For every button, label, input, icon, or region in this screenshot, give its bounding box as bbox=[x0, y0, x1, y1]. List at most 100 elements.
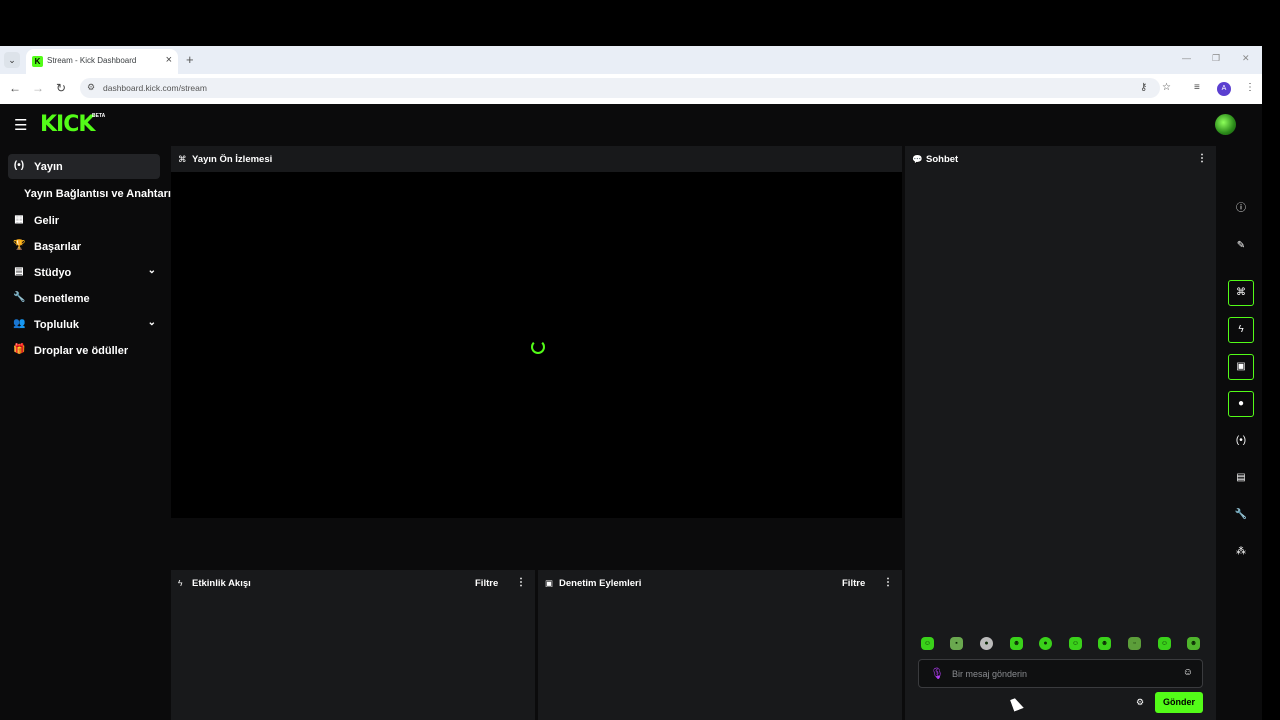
emote-icon[interactable]: ☻ bbox=[1010, 637, 1023, 650]
lightning-icon: ϟ bbox=[178, 578, 183, 588]
sidebar-item-label: Yayın bbox=[34, 161, 63, 173]
panel-title: Etkinlik Akışı bbox=[192, 578, 251, 589]
stream-preview-video[interactable] bbox=[171, 172, 902, 518]
close-window-icon[interactable]: ✕ bbox=[1242, 53, 1250, 64]
community-icon: 👥 bbox=[13, 318, 26, 329]
apps-icon[interactable]: ⁂ bbox=[1228, 539, 1254, 565]
tab-search-button[interactable]: ⌄ bbox=[4, 52, 20, 68]
sidebar: (•) Yayın Yayın Bağlantısı ve Anahtarı ▦… bbox=[0, 146, 171, 720]
browser-toolbar: ← → ↻ ⚙ dashboard.kick.com/stream ⚷ ☆ ≡ … bbox=[0, 74, 1262, 104]
edit-pencil-icon[interactable]: ✎ bbox=[1228, 233, 1254, 259]
sidebar-item-studyo[interactable]: ▤ Stüdyo ⌄ bbox=[8, 260, 160, 285]
preview-toggle-icon[interactable]: ⌘ bbox=[1228, 280, 1254, 306]
sidebar-subitem-stream-key[interactable]: Yayın Bağlantısı ve Anahtarı bbox=[24, 188, 171, 200]
wrench-icon: 🔧 bbox=[13, 292, 26, 303]
bookmark-star-icon[interactable]: ☆ bbox=[1162, 82, 1171, 93]
chevron-down-icon: ⌄ bbox=[147, 317, 156, 328]
more-options-icon[interactable]: ⋮ bbox=[883, 577, 893, 588]
sidebar-item-label: Denetleme bbox=[34, 293, 90, 305]
chat-settings-icon[interactable]: ⚙ bbox=[1136, 697, 1144, 708]
info-icon[interactable]: ⓘ bbox=[1228, 196, 1254, 222]
site-info-icon[interactable]: ⚙ bbox=[87, 82, 95, 93]
new-tab-icon[interactable]: + bbox=[186, 52, 194, 67]
kick-favicon-icon: K bbox=[32, 56, 43, 67]
microphone-icon[interactable]: 🎙 bbox=[930, 667, 944, 680]
clipboard-icon: ▣ bbox=[545, 578, 554, 588]
tab-strip: ⌄ K Stream - Kick Dashboard × + — ❐ ✕ bbox=[0, 46, 1262, 74]
sidebar-item-label: Droplar ve ödüller bbox=[34, 345, 129, 357]
emote-icon[interactable]: ☺ bbox=[1158, 637, 1171, 650]
kick-logo[interactable]: KICK bbox=[40, 112, 95, 137]
activity-toggle-icon[interactable]: ϟ bbox=[1228, 317, 1254, 343]
sidebar-item-denetleme[interactable]: 🔧 Denetleme bbox=[8, 286, 160, 311]
trophy-icon: 🏆 bbox=[13, 240, 26, 251]
loading-spinner bbox=[531, 340, 545, 354]
sidebar-item-topluluk[interactable]: 👥 Topluluk ⌄ bbox=[8, 312, 160, 337]
moderation-actions-panel: ▣ Denetim Eylemleri Filtre ⋮ bbox=[538, 570, 902, 720]
chevron-down-icon: ⌄ bbox=[147, 265, 156, 276]
browser-menu-icon[interactable]: ⋮ bbox=[1245, 82, 1255, 93]
emote-icon[interactable]: ▫ bbox=[1128, 637, 1141, 650]
panel-header: ϟ Etkinlik Akışı Filtre ⋮ bbox=[171, 570, 535, 596]
panel-title: Sohbet bbox=[926, 154, 959, 165]
filter-button[interactable]: Filtre bbox=[475, 578, 498, 589]
address-bar[interactable]: ⚙ dashboard.kick.com/stream bbox=[80, 78, 1160, 98]
emote-bar: ☺ ▪ ● ☻ ● ☺ ☻ ▫ ☺ ☻ bbox=[919, 637, 1205, 653]
profile-avatar[interactable]: A bbox=[1217, 82, 1231, 96]
camera-icon[interactable]: ▤ bbox=[1228, 465, 1254, 491]
forward-icon[interactable]: → bbox=[32, 81, 44, 95]
panel-title: Denetim Eylemleri bbox=[559, 578, 642, 589]
emote-icon[interactable]: ☺ bbox=[921, 637, 934, 650]
emote-icon[interactable]: ● bbox=[980, 637, 993, 650]
user-avatar[interactable] bbox=[1215, 114, 1236, 135]
sidebar-item-basarilar[interactable]: 🏆 Başarılar bbox=[8, 234, 160, 259]
minimize-icon[interactable]: — bbox=[1182, 53, 1191, 63]
reload-icon[interactable]: ↻ bbox=[56, 81, 66, 95]
password-key-icon[interactable]: ⚷ bbox=[1140, 82, 1147, 93]
panel-header: ⌘ Yayın Ön İzlemesi bbox=[171, 146, 902, 172]
browser-window: ⌄ K Stream - Kick Dashboard × + — ❐ ✕ ← … bbox=[0, 46, 1262, 720]
activity-feed-panel: ϟ Etkinlik Akışı Filtre ⋮ bbox=[171, 570, 535, 720]
emote-icon[interactable]: ● bbox=[1039, 637, 1052, 650]
panel-header: ▣ Denetim Eylemleri Filtre ⋮ bbox=[538, 570, 902, 596]
beta-badge: BETA bbox=[92, 113, 106, 119]
app-header: ☰ KICK BETA bbox=[0, 104, 1262, 146]
emoji-picker-icon[interactable]: ☺ bbox=[1183, 667, 1193, 678]
browser-tab[interactable]: K Stream - Kick Dashboard × bbox=[26, 49, 178, 74]
tab-close-icon[interactable]: × bbox=[166, 54, 172, 66]
emote-icon[interactable]: ☻ bbox=[1098, 637, 1111, 650]
sidebar-item-label: Stüdyo bbox=[34, 267, 72, 279]
more-options-icon[interactable]: ⋮ bbox=[516, 577, 526, 588]
emote-icon[interactable]: ☻ bbox=[1187, 637, 1200, 650]
maximize-icon[interactable]: ❐ bbox=[1212, 53, 1220, 64]
chat-toggle-icon[interactable]: ● bbox=[1228, 391, 1254, 417]
more-options-icon[interactable]: ⋮ bbox=[1197, 153, 1207, 164]
back-icon[interactable]: ← bbox=[9, 81, 21, 95]
top-letterbox bbox=[0, 0, 1280, 46]
preview-icon: ⌘ bbox=[178, 154, 187, 164]
moderation-toggle-icon[interactable]: ▣ bbox=[1228, 354, 1254, 380]
panel-title: Yayın Ön İzlemesi bbox=[192, 154, 273, 165]
wrench-rail-icon[interactable]: 🔧 bbox=[1228, 502, 1254, 528]
sidebar-item-label: Başarılar bbox=[34, 241, 82, 253]
emote-icon[interactable]: ▪ bbox=[950, 637, 963, 650]
filter-button[interactable]: Filtre bbox=[842, 578, 865, 589]
gift-icon: 🎁 bbox=[13, 344, 26, 355]
kick-dashboard: ☰ KICK BETA (•) Yayın Yayın Bağlantısı v… bbox=[0, 104, 1262, 720]
right-letterbox bbox=[1262, 46, 1280, 720]
reading-list-icon[interactable]: ≡ bbox=[1194, 82, 1200, 93]
chat-placeholder: Bir mesaj gönderin bbox=[952, 669, 1028, 679]
hamburger-menu-icon[interactable]: ☰ bbox=[14, 116, 27, 134]
chat-message-input[interactable]: 🎙 Bir mesaj gönderin ☺ bbox=[918, 659, 1203, 688]
studio-icon: ▤ bbox=[14, 266, 24, 277]
emote-icon[interactable]: ☺ bbox=[1069, 637, 1082, 650]
chart-icon: ▦ bbox=[14, 214, 24, 225]
send-button[interactable]: Gönder bbox=[1155, 692, 1203, 713]
sidebar-item-droplar[interactable]: 🎁 Droplar ve ödüller bbox=[8, 338, 160, 363]
broadcast-icon: (•) bbox=[13, 160, 25, 171]
sidebar-item-label: Topluluk bbox=[34, 319, 80, 331]
sidebar-item-yayin[interactable]: (•) Yayın bbox=[8, 154, 160, 179]
stream-preview-panel: ⌘ Yayın Ön İzlemesi bbox=[171, 146, 902, 518]
sidebar-item-gelir[interactable]: ▦ Gelir bbox=[8, 208, 160, 233]
broadcast-rail-icon[interactable]: (•) bbox=[1228, 428, 1254, 454]
